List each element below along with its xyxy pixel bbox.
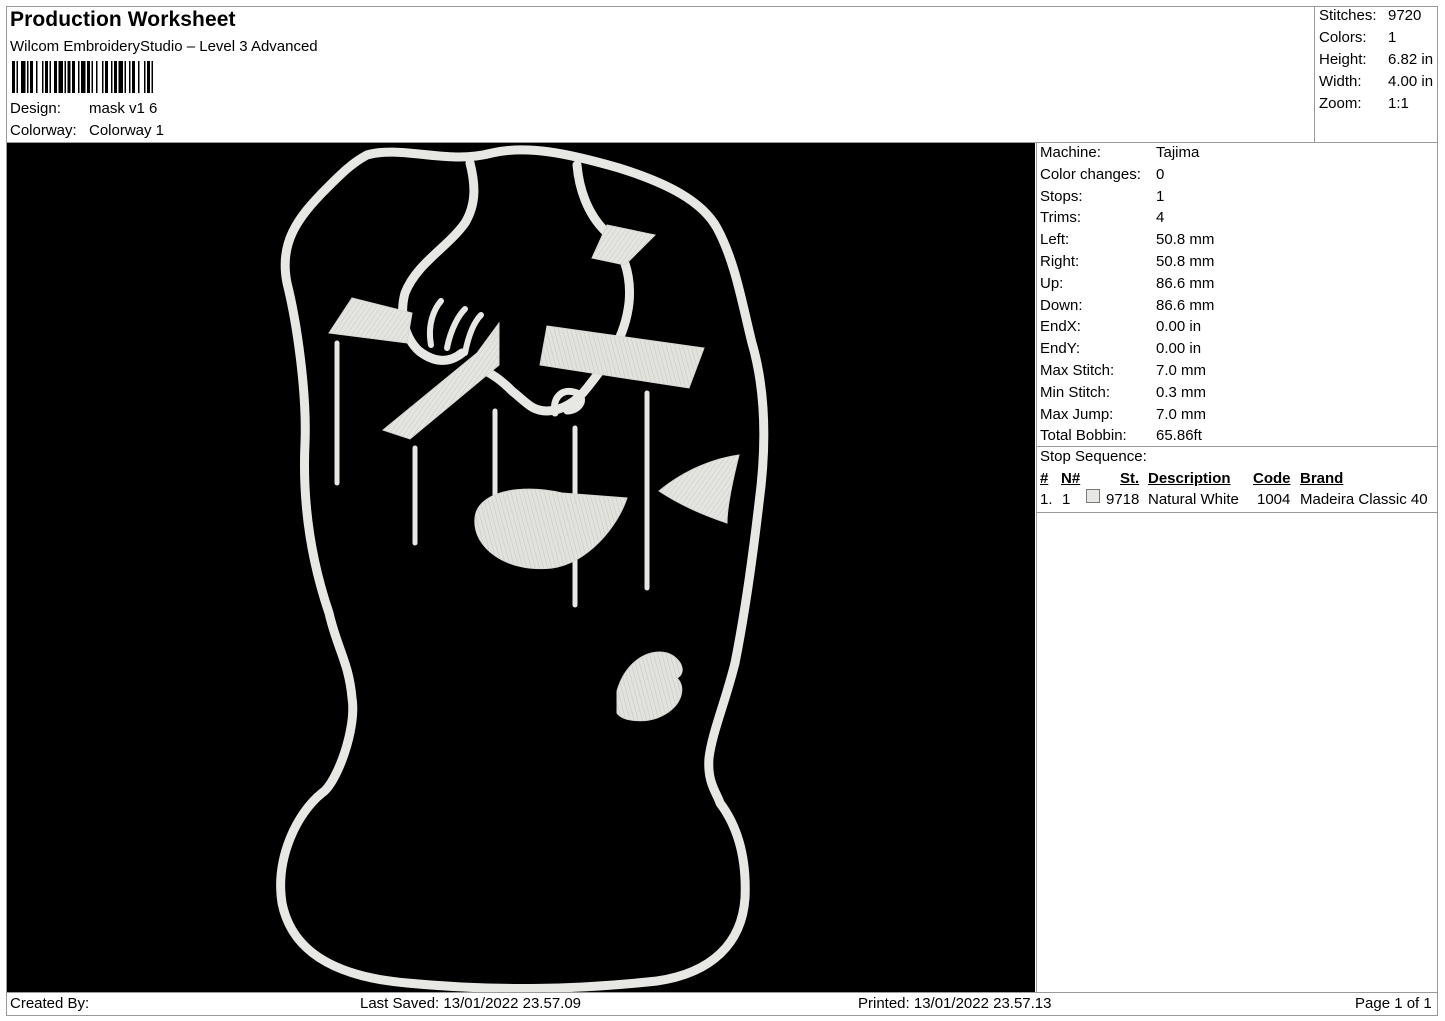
summary-stitches-label: Stitches: xyxy=(1319,7,1377,24)
summary-zoom-label: Zoom: xyxy=(1319,95,1362,112)
finger-line-1 xyxy=(427,298,444,348)
stop-sequence-title: Stop Sequence: xyxy=(1040,448,1147,465)
design-label: Design: xyxy=(10,100,61,117)
machine-info-value: 7.0 mm xyxy=(1156,405,1207,423)
machine-info-value: 50.8 mm xyxy=(1156,231,1215,249)
machine-info-value: Tajima xyxy=(1156,144,1200,161)
design-preview xyxy=(7,143,1035,994)
col-header-description: Description xyxy=(1148,470,1231,487)
machine-info-value: 7.0 mm xyxy=(1156,362,1207,379)
colorway-label: Colorway: xyxy=(10,122,77,139)
mask-outline xyxy=(276,145,769,994)
footer-last-saved: Last Saved: 13/01/2022 23.57.09 xyxy=(360,995,582,1012)
right-panel-divider xyxy=(1036,142,1037,992)
cheek-blob xyxy=(474,488,628,570)
machine-info-value: 0 xyxy=(1156,165,1165,183)
col-header-num: # xyxy=(1040,470,1049,487)
mouth-blob xyxy=(616,651,683,722)
footer-page: Page 1 of 1 xyxy=(1355,995,1432,1012)
barcode-icon xyxy=(12,61,153,93)
summary-zoom-value: 1:1 xyxy=(1388,95,1409,112)
colorway-value: Colorway 1 xyxy=(89,122,165,139)
embroidery-artwork xyxy=(276,145,769,994)
summary-width-value: 4.00 in xyxy=(1388,73,1434,90)
row-code: 1004 xyxy=(1257,491,1291,508)
machine-info-label: Left: xyxy=(1040,231,1070,249)
thread-swatch xyxy=(1086,489,1100,506)
machine-info-value: 86.6 mm xyxy=(1156,296,1215,314)
footer-printed: Printed: 13/01/2022 23.57.13 xyxy=(858,995,1052,1012)
machine-info-value: 0.00 in xyxy=(1156,318,1202,336)
swatch-icon xyxy=(1086,489,1100,503)
machine-info-label: EndY: xyxy=(1040,340,1081,358)
machine-info-label: Up: xyxy=(1040,274,1064,292)
machine-info-value: 0.3 mm xyxy=(1156,383,1207,401)
footer-created-by: Created By: xyxy=(10,995,90,1012)
summary-colors-value: 1 xyxy=(1388,29,1397,46)
col-header-n: N# xyxy=(1061,470,1081,487)
row-stitches: 9718 xyxy=(1106,491,1140,508)
machine-info-label: Stops: xyxy=(1040,187,1083,205)
machine-info-label: Max Stitch: xyxy=(1040,362,1115,379)
finger-line-2 xyxy=(444,306,468,351)
machine-info-value: 50.8 mm xyxy=(1156,253,1215,270)
machine-info-label: Max Jump: xyxy=(1040,405,1114,423)
summary-height-label: Height: xyxy=(1319,51,1367,68)
row-brand: Madeira Classic 40 xyxy=(1300,491,1428,508)
summary-width-label: Width: xyxy=(1319,73,1362,90)
software-name: Wilcom EmbroideryStudio – Level 3 Advanc… xyxy=(10,38,318,55)
machine-info-label: Down: xyxy=(1040,296,1083,314)
row-num: 1. xyxy=(1040,491,1053,508)
machine-info-label: Machine: xyxy=(1040,144,1101,161)
info-divider xyxy=(1036,446,1438,447)
machine-info-value: 4 xyxy=(1156,209,1165,227)
design-value: mask v1 6 xyxy=(89,100,158,117)
row-description: Natural White xyxy=(1148,491,1239,508)
eye-triangle xyxy=(658,454,740,524)
machine-info-value: 0.00 in xyxy=(1156,340,1202,358)
summary-divider xyxy=(1314,6,1315,142)
machine-info-value: 86.6 mm xyxy=(1156,274,1215,292)
summary-height-value: 6.82 in xyxy=(1388,51,1434,68)
machine-info-label: Total Bobbin: xyxy=(1040,427,1127,445)
footer-divider xyxy=(6,992,1438,993)
machine-info-label: Color changes: xyxy=(1040,165,1141,183)
machine-info-value: 1 xyxy=(1156,187,1165,205)
nose-left xyxy=(398,158,479,365)
table-divider xyxy=(1036,512,1438,513)
finger-line-3 xyxy=(462,312,484,356)
worksheet-title: Production Worksheet xyxy=(10,8,236,31)
row-needle: 1 xyxy=(1062,491,1071,508)
col-header-brand: Brand xyxy=(1300,470,1344,487)
summary-colors-label: Colors: xyxy=(1319,29,1367,46)
machine-info-label: Min Stitch: xyxy=(1040,383,1111,401)
machine-info-label: Right: xyxy=(1040,253,1080,270)
col-header-code: Code xyxy=(1253,470,1291,487)
machine-info-label: EndX: xyxy=(1040,318,1081,336)
machine-info-value: 65.86ft xyxy=(1156,427,1202,445)
col-header-st: St. xyxy=(1120,470,1140,487)
summary-stitches-value: 9720 xyxy=(1388,7,1422,24)
machine-info-label: Trims: xyxy=(1040,209,1082,227)
